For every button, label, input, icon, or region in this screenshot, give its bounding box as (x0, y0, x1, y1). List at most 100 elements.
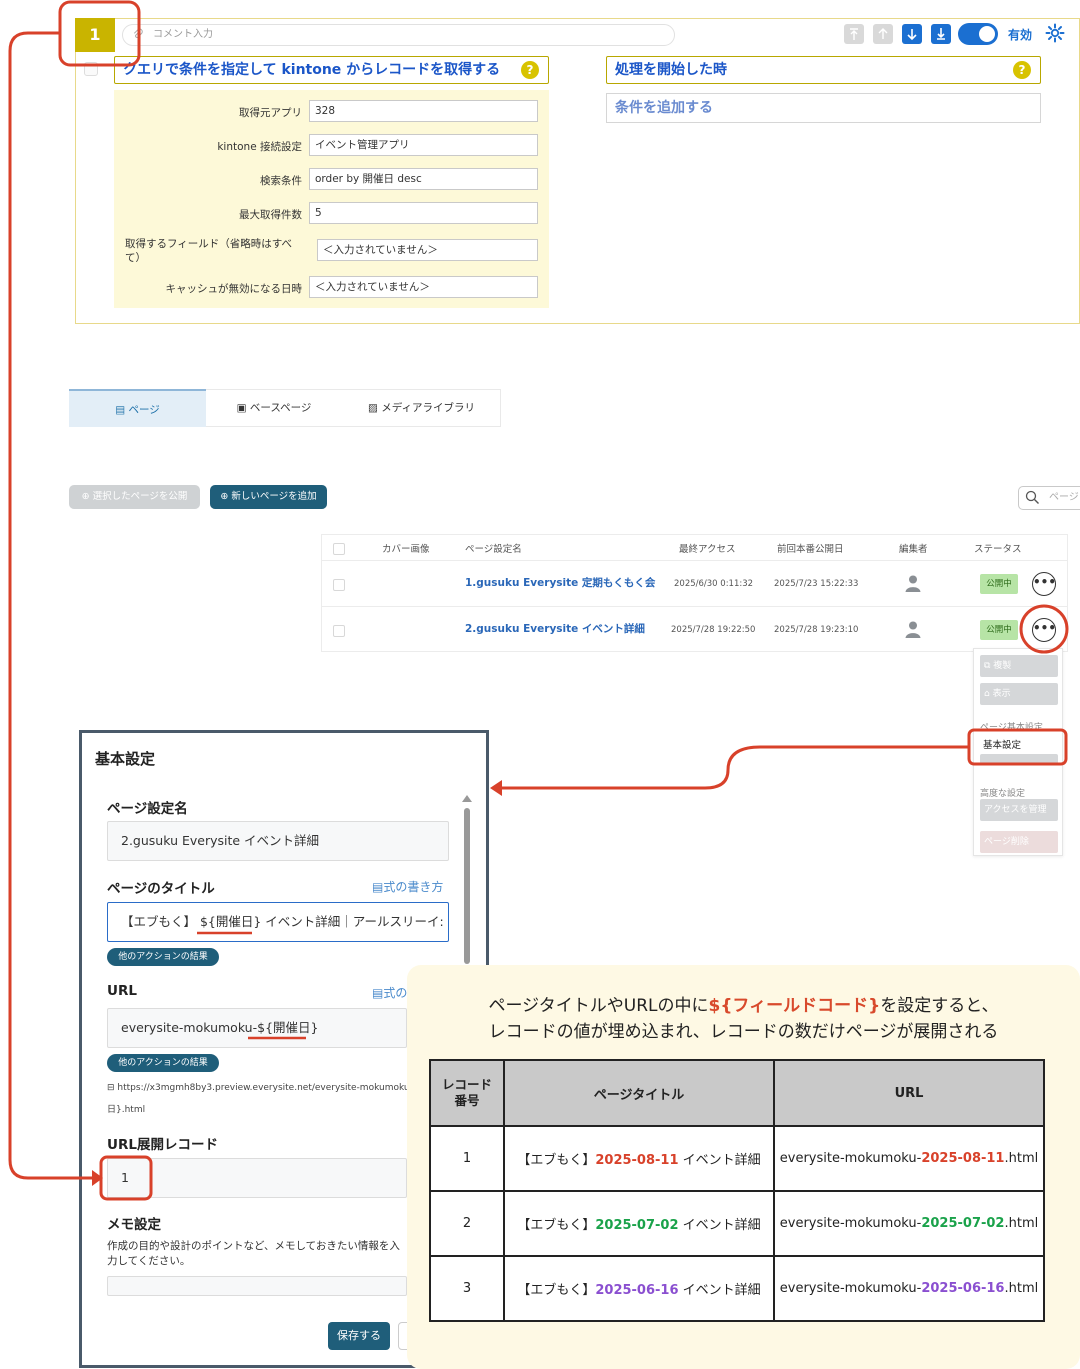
title-prefix: 【エブもく】 (517, 1283, 596, 1298)
save-button[interactable]: 保存する (328, 1322, 390, 1350)
field-label: キャッシュが無効になる日時 (165, 283, 303, 295)
trigger-title[interactable]: 処理を開始した時 (606, 56, 1041, 84)
add-page-button[interactable]: ⊕ 新しいページを追加 (210, 485, 327, 509)
other-action-result-button[interactable]: 他のアクションの結果 (107, 948, 219, 966)
url-input[interactable]: everysite-mokumoku-${開催日} (107, 1008, 407, 1048)
fields-input[interactable]: ＜入力されていません＞ (317, 239, 538, 261)
page-name-input[interactable]: 2.gusuku Everysite イベント詳細 (107, 821, 449, 861)
record-no: 2 (429, 1190, 505, 1257)
move-up-button[interactable] (873, 24, 893, 44)
field-label: 取得元アプリ (239, 107, 302, 119)
callout-line-2: レコードの値が埋め込まれ、レコードの数だけページが展開される (488, 1022, 999, 1042)
column-header: ステータス (974, 544, 1022, 555)
query-input[interactable]: order by 開催日 desc (309, 168, 538, 190)
link-label: 式の書き方 (383, 880, 444, 894)
tab-pages[interactable]: ▤ ページ (69, 389, 206, 427)
menu-section-caption: 高度な設定 (980, 789, 1026, 799)
max-count-input[interactable]: 5 (309, 202, 538, 224)
callout-text: を設定すると、 (880, 996, 999, 1016)
url-preview[interactable]: ⊟ https://x3mgmh8by3.preview.everysite.n… (107, 1083, 407, 1093)
publish-selected-button[interactable]: ⊕ 選択したページを公開 (69, 485, 200, 509)
step-number: 1 (75, 18, 115, 52)
menu-basic-settings[interactable]: 基本設定 (980, 737, 1058, 755)
url-suffix: .html (1004, 1281, 1039, 1296)
move-down-button[interactable] (902, 24, 922, 44)
column-header: 最終アクセス (679, 544, 736, 555)
tab-label: ベースページ (249, 402, 312, 414)
url-prefix: everysite-mokumoku- (779, 1151, 922, 1166)
scroll-up-arrow[interactable] (462, 795, 472, 802)
title-prefix: 【エブもく】 (517, 1153, 596, 1168)
help-icon[interactable]: ? (1013, 61, 1031, 79)
column-header: URL (773, 1059, 1045, 1127)
last-access: 2025/6/30 0:11:32 (674, 579, 754, 589)
move-bottom-icon (937, 28, 945, 40)
enabled-toggle[interactable] (958, 23, 998, 45)
more-actions-button[interactable]: ••• (1032, 618, 1056, 642)
copy-page-button[interactable]: ⧉ 複製 (980, 655, 1058, 677)
access-manage-button[interactable]: アクセスを管理 (980, 799, 1058, 821)
add-condition-button[interactable]: 条件を追加する (606, 93, 1041, 123)
page-link[interactable]: 2.gusuku Everysite イベント詳細 (465, 621, 645, 636)
date-value: 2025-06-16 (921, 1281, 1005, 1296)
page-link[interactable]: 1.gusuku Everysite 定期もくもく会 (465, 575, 655, 590)
page-icon: ▤ (115, 404, 129, 416)
search-icon (1025, 490, 1040, 505)
url-suffix: .html (1004, 1216, 1039, 1231)
link-icon: ⊟ (107, 1083, 118, 1093)
block-checkbox[interactable] (84, 62, 98, 76)
record-no-header-1: レコード (441, 1077, 492, 1092)
select-all-checkbox[interactable] (333, 543, 345, 555)
source-app-input[interactable]: 328 (309, 100, 538, 122)
row-divider (322, 606, 1068, 607)
title-suffix: イベント詳細 (678, 1153, 761, 1168)
column-header: 編集者 (899, 544, 928, 555)
move-bottom-button[interactable] (931, 24, 951, 44)
connection-input[interactable]: イベント管理アプリ (309, 134, 538, 156)
base-page-icon: ▣ (236, 402, 250, 414)
menu-item-hidden[interactable] (980, 754, 1058, 764)
field-label: 最大取得件数 (239, 209, 302, 221)
formula-help-link[interactable]: ▤式の (372, 984, 407, 1001)
delete-page-button[interactable]: ページ削除 (980, 831, 1058, 853)
record-input[interactable]: 1 (107, 1158, 407, 1198)
page-title-cell: 【エブもく】2025-06-16 イベント詳細 (503, 1255, 775, 1322)
trigger-title-text: 処理を開始した時 (615, 62, 727, 78)
date-value: 2025-07-02 (921, 1216, 1005, 1231)
move-top-button[interactable] (844, 24, 864, 44)
tab-base-pages[interactable]: ▣ ベースページ (206, 389, 342, 427)
url-preview-text: https://x3mgmh8by3.preview.everysite.net… (117, 1083, 407, 1093)
column-header: ページ設定名 (465, 544, 522, 555)
row-checkbox[interactable] (333, 579, 345, 591)
row-divider (322, 560, 1068, 561)
row-checkbox[interactable] (333, 625, 345, 637)
record-label: URL展開レコード (107, 1137, 218, 1153)
cache-expiry-input[interactable]: ＜入力されていません＞ (309, 276, 538, 298)
copy-icon: ⧉ (984, 661, 994, 671)
tab-media-library[interactable]: ▨ メディアライブラリ (342, 389, 501, 427)
comment-input[interactable]: コメント入力 (122, 24, 675, 46)
other-action-result-button[interactable]: 他のアクションの結果 (107, 1054, 219, 1072)
page-title-cell: 【エブもく】2025-07-02 イベント詳細 (503, 1190, 775, 1257)
help-icon[interactable]: ? (521, 61, 539, 79)
button-label: 選択したページを公開 (92, 491, 188, 502)
callout-line-1: ページタイトルやURLの中に${フィールドコード}を設定すると、 (407, 991, 1080, 1016)
view-page-button[interactable]: ⌂ 表示 (980, 683, 1058, 705)
paperclip-icon (132, 28, 144, 40)
scrollbar[interactable] (464, 808, 470, 964)
memo-input[interactable] (107, 1276, 407, 1296)
field-label: kintone 接続設定 (217, 141, 302, 153)
formula-help-link[interactable]: ▤式の書き方 (372, 878, 443, 895)
gear-icon[interactable] (1044, 22, 1066, 44)
tab-label: メディアライブラリ (381, 402, 476, 414)
user-avatar-icon (903, 573, 923, 593)
arrow-up-icon (878, 28, 888, 39)
column-header: カバー画像 (382, 544, 430, 555)
image-icon: ▨ (367, 402, 382, 414)
column-header: ページタイトル (503, 1059, 775, 1127)
query-action-title[interactable]: クエリで条件を指定して kintone からレコードを取得する (114, 56, 549, 84)
last-publish: 2025/7/23 15:22:33 (774, 579, 859, 589)
expanded-pages-table: レコード 番号 ページタイトル URL 1 【エブもく】2025-08-11 イベ… (429, 1059, 1045, 1322)
page-title-input[interactable]: 【エブもく】 ${開催日} イベント詳細｜アールスリーイ: (107, 902, 449, 942)
more-actions-button[interactable]: ••• (1032, 572, 1056, 596)
